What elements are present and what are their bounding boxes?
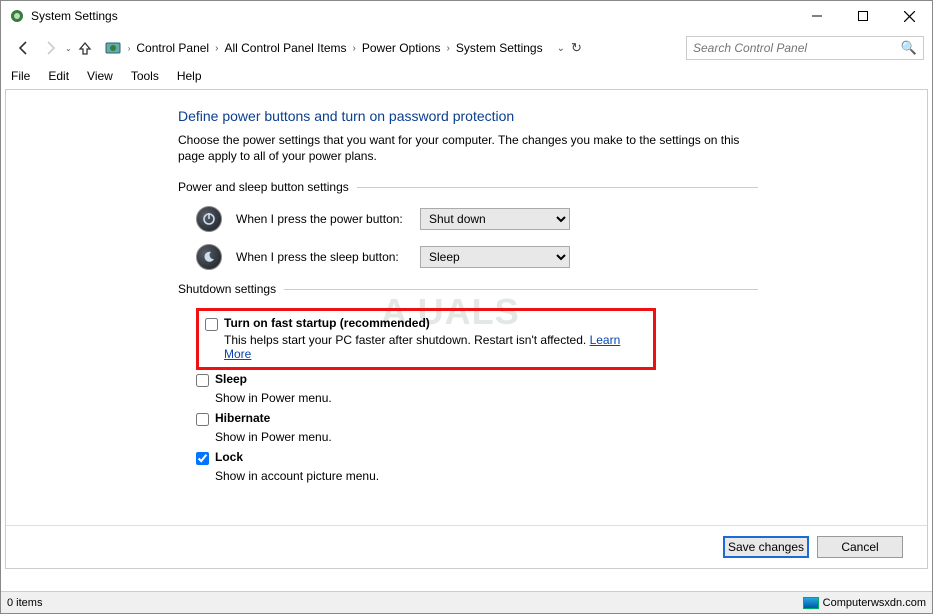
status-bar: 0 items Computerwsxdn.com bbox=[1, 591, 932, 613]
page-description: Choose the power settings that you want … bbox=[178, 132, 758, 164]
section-shutdown: Shutdown settings bbox=[178, 282, 758, 296]
fast-startup-highlight: Turn on fast startup (recommended) This … bbox=[196, 308, 656, 370]
page-title: Define power buttons and turn on passwor… bbox=[178, 108, 758, 124]
minimize-button[interactable] bbox=[794, 1, 840, 31]
sleep-option-desc: Show in Power menu. bbox=[215, 391, 758, 405]
section-label: Shutdown settings bbox=[178, 282, 276, 296]
fast-startup-checkbox[interactable] bbox=[205, 318, 218, 331]
up-button[interactable] bbox=[76, 37, 94, 59]
forward-button[interactable] bbox=[39, 37, 61, 59]
status-source: Computerwsxdn.com bbox=[823, 597, 926, 609]
history-dropdown-icon[interactable]: ⌄ bbox=[65, 44, 72, 53]
cancel-button[interactable]: Cancel bbox=[817, 536, 903, 558]
power-icon bbox=[196, 206, 222, 232]
lock-option-desc: Show in account picture menu. bbox=[215, 469, 758, 483]
hibernate-checkbox[interactable] bbox=[196, 413, 209, 426]
chevron-right-icon: › bbox=[445, 43, 452, 54]
power-button-select[interactable]: Shut down bbox=[420, 208, 570, 230]
sleep-button-label: When I press the sleep button: bbox=[236, 250, 406, 264]
breadcrumb-item[interactable]: Control Panel bbox=[134, 39, 211, 57]
refresh-button[interactable]: ↻ bbox=[571, 40, 587, 56]
power-button-label: When I press the power button: bbox=[236, 212, 406, 226]
sleep-option-label: Sleep bbox=[215, 372, 247, 386]
chevron-right-icon: › bbox=[351, 43, 358, 54]
close-button[interactable] bbox=[886, 1, 932, 31]
content-pane: Define power buttons and turn on passwor… bbox=[5, 89, 928, 569]
back-button[interactable] bbox=[13, 37, 35, 59]
breadcrumb-item[interactable]: All Control Panel Items bbox=[222, 39, 348, 57]
breadcrumb: Control Panel › All Control Panel Items … bbox=[134, 39, 544, 57]
power-button-row: When I press the power button: Shut down bbox=[196, 206, 758, 232]
navigation-bar: ⌄ › Control Panel › All Control Panel It… bbox=[1, 31, 932, 65]
section-power-sleep: Power and sleep button settings bbox=[178, 180, 758, 194]
app-icon bbox=[9, 8, 25, 24]
window-title: System Settings bbox=[31, 9, 118, 23]
title-bar: System Settings bbox=[1, 1, 932, 31]
chevron-right-icon: › bbox=[213, 43, 220, 54]
search-box[interactable]: 🔍 bbox=[686, 36, 924, 60]
fast-startup-label: Turn on fast startup (recommended) bbox=[224, 316, 430, 330]
breadcrumb-item[interactable]: System Settings bbox=[454, 39, 545, 57]
sleep-button-row: When I press the sleep button: Sleep bbox=[196, 244, 758, 270]
sleep-checkbox[interactable] bbox=[196, 374, 209, 387]
menu-edit[interactable]: Edit bbox=[46, 67, 71, 85]
lock-option-label: Lock bbox=[215, 450, 243, 464]
search-icon: 🔍 bbox=[901, 40, 917, 56]
menu-file[interactable]: File bbox=[9, 67, 32, 85]
menu-help[interactable]: Help bbox=[175, 67, 204, 85]
section-label: Power and sleep button settings bbox=[178, 180, 349, 194]
breadcrumb-item[interactable]: Power Options bbox=[360, 39, 443, 57]
hibernate-option-desc: Show in Power menu. bbox=[215, 430, 758, 444]
search-input[interactable] bbox=[693, 41, 897, 55]
status-item-count: 0 items bbox=[7, 597, 42, 609]
menu-tools[interactable]: Tools bbox=[129, 67, 161, 85]
sleep-button-select[interactable]: Sleep bbox=[420, 246, 570, 268]
hibernate-option-label: Hibernate bbox=[215, 411, 270, 425]
monitor-icon bbox=[803, 597, 819, 609]
sleep-icon bbox=[196, 244, 222, 270]
window-controls bbox=[794, 1, 932, 31]
save-button[interactable]: Save changes bbox=[723, 536, 809, 558]
menu-view[interactable]: View bbox=[85, 67, 115, 85]
fast-startup-desc: This helps start your PC faster after sh… bbox=[224, 333, 645, 361]
lock-checkbox[interactable] bbox=[196, 452, 209, 465]
maximize-button[interactable] bbox=[840, 1, 886, 31]
chevron-right-icon: › bbox=[128, 44, 131, 53]
action-buttons: Save changes Cancel bbox=[723, 536, 903, 558]
address-dropdown-icon[interactable]: ⌄ bbox=[557, 43, 565, 54]
control-panel-icon bbox=[104, 39, 122, 57]
menu-bar: File Edit View Tools Help bbox=[1, 65, 932, 87]
